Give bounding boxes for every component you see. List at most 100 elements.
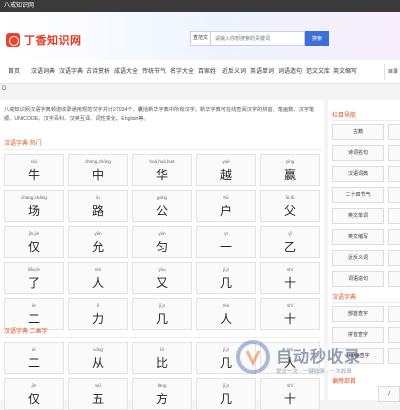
sidebar-link[interactable]: 英文单词 bbox=[332, 208, 384, 224]
character-glyph: 几 bbox=[155, 312, 168, 326]
sidebar-link[interactable]: 近反义词 bbox=[332, 250, 384, 266]
character-cell[interactable]: jǐn,jìn 仅 bbox=[4, 226, 64, 258]
nav-item-idioms[interactable]: 成语大全 bbox=[114, 60, 138, 84]
sidebar-link[interactable]: 诗词名句 bbox=[332, 145, 384, 161]
character-glyph: 公 bbox=[155, 204, 168, 218]
nav-item-essays[interactable]: 范文文库 bbox=[306, 60, 330, 84]
character-glyph: 仅 bbox=[27, 392, 40, 406]
character-cell[interactable]: jǐ,jī 几 bbox=[196, 378, 256, 410]
character-cell[interactable]: liǎo,le 了 bbox=[4, 262, 64, 294]
nav-item-dictionary[interactable]: 汉语词典 bbox=[31, 60, 55, 84]
nav-item-names[interactable]: 名字大全 bbox=[170, 60, 194, 84]
sidebar-link[interactable]: 英文缩写 bbox=[332, 229, 384, 245]
character-pinyin: wǔ bbox=[95, 383, 101, 388]
character-cell[interactable]: yī 一 bbox=[196, 226, 256, 258]
character-cell[interactable]: jǐ,jī 几 bbox=[132, 298, 192, 330]
sidebar-link-stub[interactable] bbox=[388, 348, 400, 364]
character-cell[interactable]: jǐ,jī 几 bbox=[196, 262, 256, 294]
character-cell[interactable]: yòu 又 bbox=[132, 262, 192, 294]
nav-item-poems[interactable]: 古诗赏析 bbox=[86, 60, 110, 84]
character-pinyin: yuè bbox=[222, 159, 230, 164]
nav-menu-toggle[interactable]: 目录 bbox=[388, 60, 398, 84]
nav-item-home[interactable]: 首页 bbox=[8, 60, 20, 84]
sidebar-link-stub[interactable] bbox=[388, 229, 400, 245]
character-glyph: 从 bbox=[91, 356, 104, 370]
sidebar-link[interactable]: 部首查字 bbox=[332, 306, 384, 322]
sidebar-link[interactable]: 二十四节气 bbox=[332, 187, 384, 203]
character-cell[interactable]: niú 牛 bbox=[4, 154, 64, 186]
logo-text: 丁香知识网 bbox=[24, 35, 82, 47]
character-pinyin: jǐ,jī bbox=[223, 267, 229, 272]
nav-item-surnames[interactable]: 百家姓 bbox=[198, 60, 216, 84]
sidebar-link[interactable]: 词语造句 bbox=[332, 271, 384, 287]
logo-icon bbox=[6, 33, 20, 47]
character-cell[interactable]: huá,huà,huā 华 bbox=[132, 154, 192, 186]
character-cell[interactable]: wǔ 五 bbox=[68, 378, 128, 410]
sidebar-link-stub[interactable] bbox=[388, 124, 400, 140]
search-input[interactable] bbox=[210, 31, 305, 46]
section-title-two-strokes: 汉语字典 二画字 bbox=[4, 329, 48, 335]
character-glyph: 方 bbox=[155, 392, 168, 406]
nav-item-sentences[interactable]: 词语造句 bbox=[278, 60, 302, 84]
nav-item-characters[interactable]: 汉语字典 bbox=[59, 60, 83, 84]
character-cell[interactable]: yǐ 乙 bbox=[260, 226, 320, 258]
sidebar-link-stub[interactable] bbox=[388, 250, 400, 266]
nav-item-abbreviations[interactable]: 英文缩写 bbox=[333, 60, 357, 84]
sidebar-link-stub[interactable] bbox=[388, 187, 400, 203]
sidebar-divider bbox=[332, 302, 400, 303]
character-cell[interactable]: shí 十 bbox=[260, 298, 320, 330]
character-cell[interactable]: hù 户 bbox=[196, 190, 256, 222]
sidebar-link-stub[interactable] bbox=[388, 306, 400, 322]
character-glyph: 匀 bbox=[155, 240, 168, 254]
character-cell[interactable]: bǐ 比 bbox=[132, 342, 192, 374]
character-glyph: 力 bbox=[91, 312, 104, 326]
sidebar-link-stub[interactable] bbox=[388, 166, 400, 182]
character-cell[interactable]: èr 二 bbox=[4, 342, 64, 374]
search-type-select[interactable]: 查范文 bbox=[190, 31, 210, 46]
character-cell[interactable]: rén 人 bbox=[196, 298, 256, 330]
character-glyph: 路 bbox=[91, 204, 104, 218]
character-cell[interactable]: shí 十 bbox=[260, 378, 320, 410]
sidebar-link-stub[interactable] bbox=[388, 208, 400, 224]
nav-item-english-words[interactable]: 英语单词 bbox=[250, 60, 274, 84]
character-cell[interactable]: fù,fǔ 父 bbox=[260, 190, 320, 222]
character-pinyin: jǐ,jī bbox=[159, 303, 165, 308]
sidebar-link-stub[interactable] bbox=[388, 327, 400, 343]
character-glyph: 了 bbox=[27, 276, 40, 290]
character-cell[interactable]: yíng 赢 bbox=[260, 154, 320, 186]
section-divider bbox=[4, 337, 322, 338]
character-pinyin: fāng bbox=[157, 383, 167, 388]
character-cell[interactable]: lì 力 bbox=[68, 298, 128, 330]
sidebar-link[interactable]: 汉语词典 bbox=[332, 166, 384, 182]
character-glyph: 允 bbox=[91, 240, 104, 254]
sidebar-dict-title: 汉语字典 bbox=[332, 295, 357, 301]
character-cell[interactable]: lù 路 bbox=[68, 190, 128, 222]
character-cell[interactable]: yǔn 允 bbox=[68, 226, 128, 258]
character-glyph: 二 bbox=[27, 312, 40, 326]
character-cell[interactable]: rén 人 bbox=[68, 262, 128, 294]
sidebar-link[interactable]: 古籍 bbox=[332, 124, 384, 140]
character-cell[interactable]: shí 十 bbox=[260, 262, 320, 294]
character-cell[interactable]: cóng 从 bbox=[68, 342, 128, 374]
character-glyph: 户 bbox=[219, 204, 232, 218]
character-cell[interactable]: yún 匀 bbox=[132, 226, 192, 258]
character-pinyin: niú bbox=[30, 159, 37, 164]
section-title-hot: 汉语字典 热门 bbox=[4, 141, 42, 147]
character-cell[interactable]: yuè 越 bbox=[196, 154, 256, 186]
nav-item-synonyms[interactable]: 近反义词 bbox=[222, 60, 246, 84]
character-cell[interactable]: jìn 仅 bbox=[4, 378, 64, 410]
character-cell[interactable]: cháng,chǎng 场 bbox=[4, 190, 64, 222]
character-cell[interactable]: fāng 方 bbox=[132, 378, 192, 410]
character-cell[interactable]: zhōng,zhòng 中 bbox=[68, 154, 128, 186]
character-pinyin: yī bbox=[224, 231, 228, 236]
sidebar-link-stub[interactable] bbox=[388, 145, 400, 161]
sidebar-link-stub[interactable] bbox=[388, 271, 400, 287]
nav-item-solar-terms[interactable]: 传统节气 bbox=[142, 60, 166, 84]
search-button[interactable]: 搜索 bbox=[305, 31, 329, 46]
character-pinyin: hù bbox=[223, 195, 229, 200]
character-pinyin: yún bbox=[158, 231, 166, 236]
character-pinyin: lì bbox=[96, 303, 100, 308]
site-logo[interactable]: 丁香知识网 bbox=[6, 32, 82, 48]
character-cell[interactable]: gōng 公 bbox=[132, 190, 192, 222]
section-divider bbox=[4, 149, 322, 150]
